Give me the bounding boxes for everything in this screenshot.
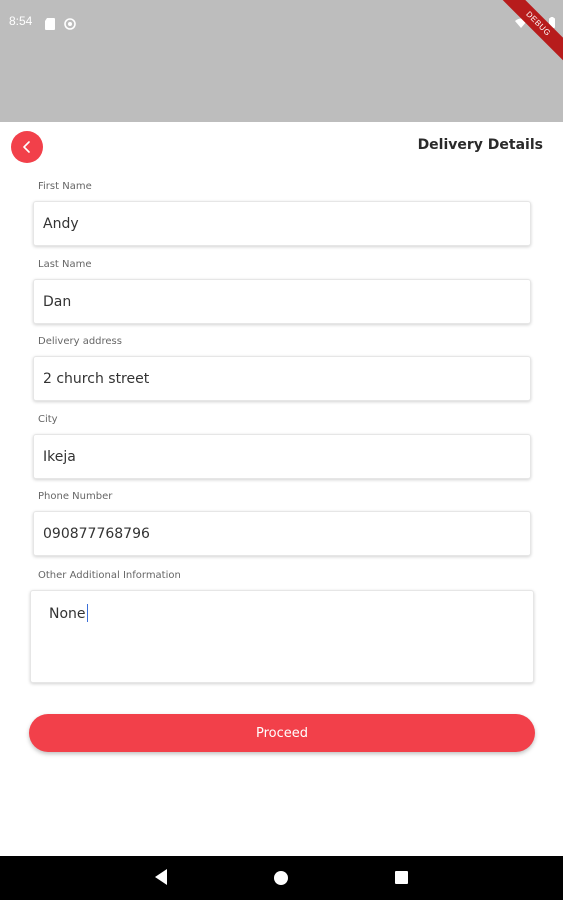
- delivery-address-field[interactable]: 2 church street: [33, 356, 531, 401]
- phone-number-field[interactable]: 090877768796: [33, 511, 531, 556]
- chevron-left-icon: [21, 138, 33, 157]
- phone-number-value: 090877768796: [43, 525, 150, 542]
- phone-number-label: Phone Number: [38, 491, 113, 502]
- sd-card-icon: [45, 15, 57, 30]
- back-button[interactable]: [11, 131, 43, 163]
- delivery-address-value: 2 church street: [43, 370, 150, 387]
- first-name-value: Andy: [43, 215, 79, 232]
- last-name-value: Dan: [43, 293, 72, 310]
- nav-home-icon[interactable]: [274, 871, 288, 885]
- last-name-field[interactable]: Dan: [33, 279, 531, 324]
- delivery-address-label: Delivery address: [38, 336, 122, 347]
- page-title: Delivery Details: [417, 137, 543, 153]
- nav-back-icon[interactable]: [155, 869, 168, 889]
- nav-recent-apps-icon[interactable]: [395, 871, 408, 884]
- additional-info-value: None: [49, 606, 86, 622]
- sync-icon: [64, 15, 76, 30]
- status-time: 8:54: [9, 14, 33, 28]
- city-value: Ikeja: [43, 448, 76, 465]
- additional-info-label: Other Additional Information: [38, 570, 181, 581]
- debug-banner: DEBUG: [493, 0, 563, 69]
- text-cursor: [86, 604, 88, 622]
- last-name-label: Last Name: [38, 259, 92, 270]
- city-field[interactable]: Ikeja: [33, 434, 531, 479]
- city-label: City: [38, 414, 58, 425]
- status-bar: 8:54 DEBUG: [0, 0, 563, 122]
- additional-info-field[interactable]: None: [30, 590, 534, 683]
- first-name-label: First Name: [38, 181, 92, 192]
- first-name-field[interactable]: Andy: [33, 201, 531, 246]
- navigation-bar: [0, 856, 563, 900]
- proceed-button[interactable]: Proceed: [29, 714, 535, 752]
